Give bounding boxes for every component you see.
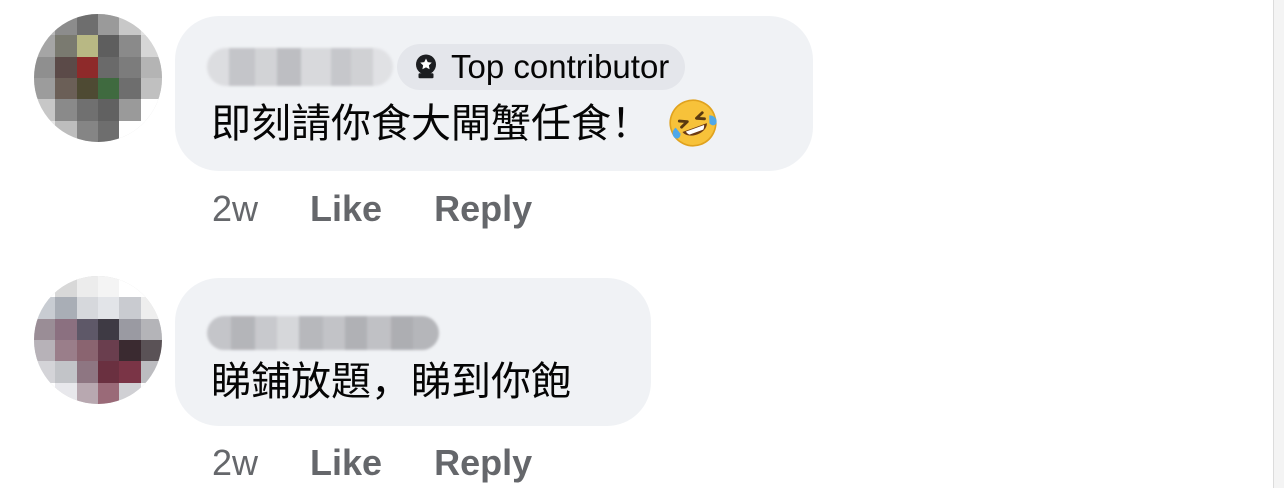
comment-2: 睇鋪放題，睇到你飽 2w Like Reply xyxy=(0,270,1260,488)
award-badge-icon xyxy=(416,54,436,79)
comment-text: 睇鋪放題，睇到你飽 xyxy=(211,358,571,406)
avatar[interactable] xyxy=(34,14,162,142)
reply-button[interactable]: Reply xyxy=(434,442,532,484)
reply-button[interactable]: Reply xyxy=(434,188,532,230)
author-name-redacted[interactable] xyxy=(207,316,439,350)
author-name-redacted[interactable] xyxy=(207,48,393,86)
comment-text-content: 即刻請你食大閘蟹任食！ xyxy=(211,101,651,147)
comment-timestamp[interactable]: 2w xyxy=(212,188,258,230)
comment-author-row xyxy=(207,316,439,350)
top-contributor-badge[interactable]: Top contributor xyxy=(397,44,686,90)
comment-actions: 2w Like Reply xyxy=(212,188,584,230)
comment-1: Top contributor 即刻請你食大閘蟹任食！ 2w Like Repl xyxy=(0,0,1260,240)
comment-text: 即刻請你食大閘蟹任食！ xyxy=(211,99,719,149)
comment-text-content: 睇鋪放題，睇到你飽 xyxy=(211,359,571,405)
avatar[interactable] xyxy=(34,276,162,404)
comment-actions: 2w Like Reply xyxy=(212,442,584,484)
scrollbar[interactable] xyxy=(1273,0,1284,488)
comment-bubble: Top contributor 即刻請你食大閘蟹任食！ xyxy=(175,16,813,171)
rolling-on-floor-laughing-emoji-icon xyxy=(669,99,717,147)
like-button[interactable]: Like xyxy=(310,188,382,230)
like-button[interactable]: Like xyxy=(310,442,382,484)
badge-label: Top contributor xyxy=(451,48,670,85)
comment-author-row: Top contributor xyxy=(207,44,686,90)
comment-bubble: 睇鋪放題，睇到你飽 xyxy=(175,278,651,426)
comment-timestamp[interactable]: 2w xyxy=(212,442,258,484)
